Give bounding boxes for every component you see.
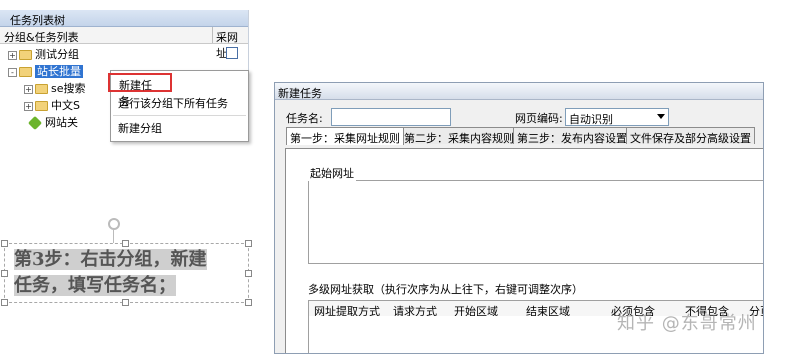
dialog-form: 任务名: 网页编码: 自动识别	[275, 100, 763, 127]
folder-icon	[19, 50, 32, 60]
expand-icon[interactable]: +	[8, 50, 17, 60]
dialog-title: 新建任务	[275, 83, 763, 100]
context-menu: 新建任务 运行该分组下所有任务 新建分组	[108, 70, 249, 142]
collapse-icon[interactable]: -	[8, 67, 17, 77]
resize-handle-top-left[interactable]	[1, 240, 8, 247]
tree-item-label: 中文S	[51, 99, 80, 112]
resize-handle-top-right[interactable]	[245, 240, 252, 247]
resize-handle-top[interactable]	[122, 240, 129, 247]
start-url-legend: 起始网址	[308, 165, 356, 181]
resize-handle-bottom-right[interactable]	[245, 299, 252, 306]
folder-icon	[19, 67, 32, 77]
annotation-line-1: 第3步：右击分组，新建	[14, 249, 207, 270]
tree-item-label: se搜索	[51, 82, 86, 95]
task-leaf-icon	[27, 115, 43, 131]
expand-icon[interactable]: +	[24, 101, 33, 111]
resize-handle-bottom-left[interactable]	[1, 299, 8, 306]
task-name-input[interactable]	[331, 108, 451, 126]
resize-handle-right[interactable]	[245, 270, 252, 277]
annotation-text: 第3步：右击分组，新建 任务，填写任务名；	[14, 247, 239, 299]
menu-separator	[113, 115, 246, 116]
tree-item-test-group[interactable]: + 测试分组	[0, 44, 248, 61]
tree-item-label: 网站关	[45, 116, 78, 129]
resize-handle-bottom[interactable]	[122, 299, 129, 306]
tree-header: 分组&任务列表 采网址	[0, 27, 248, 60]
menu-item-new-task[interactable]: 新建任务	[108, 73, 172, 108]
start-url-list[interactable]	[308, 180, 763, 264]
encoding-label: 网页编码:	[515, 112, 563, 125]
menu-item-run-all-tasks[interactable]: 运行该分组下所有任务	[111, 92, 248, 111]
tab-step1-url-rules[interactable]: 第一步：采集网址规则	[286, 127, 404, 145]
chevron-down-icon	[657, 114, 665, 119]
folder-icon	[35, 84, 48, 94]
annotation-line-2: 任务，填写任务名；	[14, 275, 176, 296]
annotation-textbox[interactable]: 第3步：右击分组，新建 任务，填写任务名；	[1, 240, 252, 306]
url-collect-checkbox[interactable]	[226, 47, 238, 59]
rotate-handle-icon[interactable]	[108, 218, 120, 230]
encoding-selected-value: 自动识别	[569, 113, 613, 126]
tree-item-label: 测试分组	[35, 48, 79, 61]
tree-header-group-column[interactable]: 分组&任务列表	[4, 31, 79, 44]
step-tabs: 第一步：采集网址规则 第二步：采集内容规则 第三步：发布内容设置 文件保存及部分…	[286, 127, 763, 145]
rotate-handle-stem	[113, 230, 114, 243]
tree-item-label: 站长批量	[35, 65, 83, 78]
resize-handle-left[interactable]	[1, 270, 8, 277]
multi-level-url-legend: 多级网址获取（执行次序为从上往下，右键可调整次序）	[308, 283, 583, 296]
tab-file-save-advanced[interactable]: 文件保存及部分高级设置	[626, 127, 755, 145]
folder-icon	[35, 101, 48, 111]
tab-step3-publish-settings[interactable]: 第三步：发布内容设置	[513, 127, 631, 145]
tree-header-url-column[interactable]: 采网址	[212, 27, 248, 60]
task-name-label: 任务名:	[286, 112, 323, 125]
expand-icon[interactable]: +	[24, 84, 33, 94]
tab-step2-content-rules[interactable]: 第二步：采集内容规则	[400, 127, 518, 145]
watermark-text: 知乎 @东哥常州	[617, 313, 757, 334]
tree-panel-title: 任务列表树	[0, 10, 248, 27]
encoding-select[interactable]: 自动识别	[565, 108, 669, 126]
menu-item-new-group[interactable]: 新建分组	[111, 120, 248, 139]
